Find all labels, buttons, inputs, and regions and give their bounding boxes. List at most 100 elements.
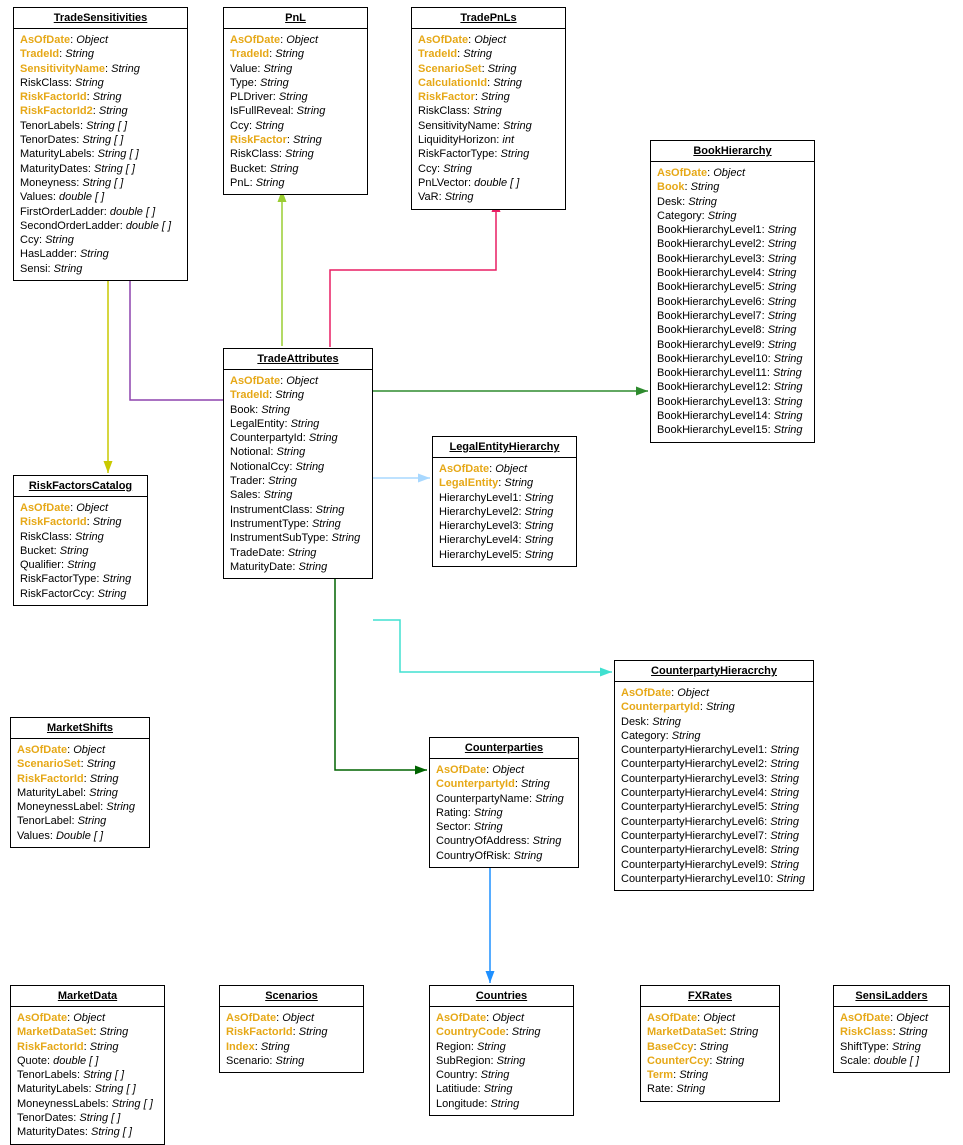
field: BookHierarchyLevel6: String bbox=[657, 295, 808, 309]
field-name: AsOfDate bbox=[840, 1012, 890, 1024]
field-name: Bucket bbox=[20, 545, 54, 557]
field: TradeId: String bbox=[230, 388, 366, 402]
entity-body: AsOfDate: ObjectTradeId: StringBook: Str… bbox=[224, 370, 372, 578]
field-type: String bbox=[488, 63, 517, 75]
field-name: RiskClass bbox=[230, 148, 279, 160]
field-type: String bbox=[770, 859, 799, 871]
field: RiskFactor: String bbox=[230, 133, 361, 147]
field-name: TradeId bbox=[230, 389, 269, 401]
field: CounterpartyHierarchyLevel2: String bbox=[621, 757, 807, 771]
entity-tradeAttributes: TradeAttributesAsOfDate: ObjectTradeId: … bbox=[223, 348, 373, 579]
field-name: TenorLabel bbox=[17, 815, 71, 827]
field: BookHierarchyLevel12: String bbox=[657, 380, 808, 394]
field: AsOfDate: Object bbox=[17, 743, 143, 757]
field: Ccy: String bbox=[230, 119, 361, 133]
field-type: String bbox=[474, 807, 503, 819]
entity-title: RiskFactorsCatalog bbox=[14, 476, 147, 497]
entity-body: AsOfDate: ObjectMarketDataSet: StringBas… bbox=[641, 1007, 779, 1101]
field: RiskClass: String bbox=[20, 530, 141, 544]
field-name: CounterCcy bbox=[647, 1055, 709, 1067]
field: HierarchyLevel5: String bbox=[439, 548, 570, 562]
field-name: CountryOfAddress bbox=[436, 835, 526, 847]
field-type: Object bbox=[896, 1012, 928, 1024]
field-type: String bbox=[477, 1041, 506, 1053]
field-type: String bbox=[525, 520, 554, 532]
field-name: PnL bbox=[230, 177, 250, 189]
field-name: SecondOrderLadder bbox=[20, 220, 120, 232]
field-type: String [ ] bbox=[79, 1112, 120, 1124]
field: AsOfDate: Object bbox=[439, 462, 570, 476]
field: MaturityLabels: String [ ] bbox=[17, 1082, 158, 1096]
field-name: FirstOrderLadder bbox=[20, 206, 104, 218]
field: ScenarioSet: String bbox=[17, 757, 143, 771]
field-name: HierarchyLevel4 bbox=[439, 534, 518, 546]
field: BookHierarchyLevel1: String bbox=[657, 223, 808, 237]
field: SecondOrderLadder: double [ ] bbox=[20, 219, 181, 233]
field-type: String [ ] bbox=[98, 148, 139, 160]
field-type: String bbox=[93, 91, 122, 103]
field-name: AsOfDate bbox=[230, 375, 280, 387]
entity-title: MarketData bbox=[11, 986, 164, 1007]
field-type: String bbox=[768, 253, 797, 265]
field-name: BookHierarchyLevel13 bbox=[657, 396, 768, 408]
field-name: Rate bbox=[647, 1083, 670, 1095]
field: BookHierarchyLevel5: String bbox=[657, 280, 808, 294]
field: MarketDataSet: String bbox=[647, 1025, 773, 1039]
field-type: String bbox=[768, 296, 797, 308]
field-type: String bbox=[89, 787, 118, 799]
field: CounterpartyHierarchyLevel3: String bbox=[621, 772, 807, 786]
field-name: RiskClass bbox=[840, 1026, 893, 1038]
field-type: String bbox=[774, 410, 803, 422]
field-type: String bbox=[263, 63, 292, 75]
entity-pnl: PnLAsOfDate: ObjectTradeId: StringValue:… bbox=[223, 7, 368, 195]
entity-body: AsOfDate: ObjectCounterpartyId: StringDe… bbox=[615, 682, 813, 890]
entity-body: AsOfDate: ObjectTradeId: StringSensitivi… bbox=[14, 29, 187, 280]
field: Bucket: String bbox=[230, 162, 361, 176]
field: Scenario: String bbox=[226, 1054, 357, 1068]
field: RiskFactorType: String bbox=[20, 572, 141, 586]
entity-title: LegalEntityHierarchy bbox=[433, 437, 576, 458]
field-name: Term bbox=[647, 1069, 673, 1081]
field-type: String bbox=[700, 1041, 729, 1053]
field: BookHierarchyLevel7: String bbox=[657, 309, 808, 323]
field-name: CounterpartyHierarchyLevel9 bbox=[621, 859, 764, 871]
field-type: String bbox=[54, 263, 83, 275]
field: CounterpartyId: String bbox=[230, 431, 366, 445]
field: CountryOfAddress: String bbox=[436, 834, 572, 848]
field-type: double [ ] bbox=[59, 191, 104, 203]
field-type: String bbox=[768, 281, 797, 293]
field-name: Region bbox=[436, 1041, 471, 1053]
field-type: String bbox=[285, 148, 314, 160]
field: AsOfDate: Object bbox=[621, 686, 807, 700]
field-type: Object bbox=[677, 687, 709, 699]
field: Type: String bbox=[230, 76, 361, 90]
field-name: ScenarioSet bbox=[17, 758, 81, 770]
field: MaturityLabel: String bbox=[17, 786, 143, 800]
field-type: String [ ] bbox=[82, 134, 123, 146]
field: RiskFactorId2: String bbox=[20, 104, 181, 118]
field: Quote: double [ ] bbox=[17, 1054, 158, 1068]
field-name: ShiftType bbox=[840, 1041, 886, 1053]
field-name: RiskFactor bbox=[418, 91, 475, 103]
field-name: HasLadder bbox=[20, 248, 74, 260]
entity-body: AsOfDate: ObjectRiskClass: StringShiftTy… bbox=[834, 1007, 949, 1072]
field-type: String bbox=[770, 844, 799, 856]
field-type: double [ ] bbox=[126, 220, 171, 232]
field-name: AsOfDate bbox=[20, 502, 70, 514]
field: BookHierarchyLevel14: String bbox=[657, 409, 808, 423]
field: Index: String bbox=[226, 1040, 357, 1054]
field: MarketDataSet: String bbox=[17, 1025, 158, 1039]
field: BookHierarchyLevel8: String bbox=[657, 323, 808, 337]
field-type: String bbox=[316, 504, 345, 516]
field-name: InstrumentType bbox=[230, 518, 306, 530]
field-type: Object bbox=[76, 502, 108, 514]
field-type: Object bbox=[495, 463, 527, 475]
field-type: String bbox=[521, 778, 550, 790]
field: BookHierarchyLevel4: String bbox=[657, 266, 808, 280]
field-type: Object bbox=[73, 1012, 105, 1024]
field: BaseCcy: String bbox=[647, 1040, 773, 1054]
field: MoneynessLabel: String bbox=[17, 800, 143, 814]
field-name: Book bbox=[657, 181, 685, 193]
field-type: String bbox=[770, 816, 799, 828]
field: Sensi: String bbox=[20, 262, 181, 276]
